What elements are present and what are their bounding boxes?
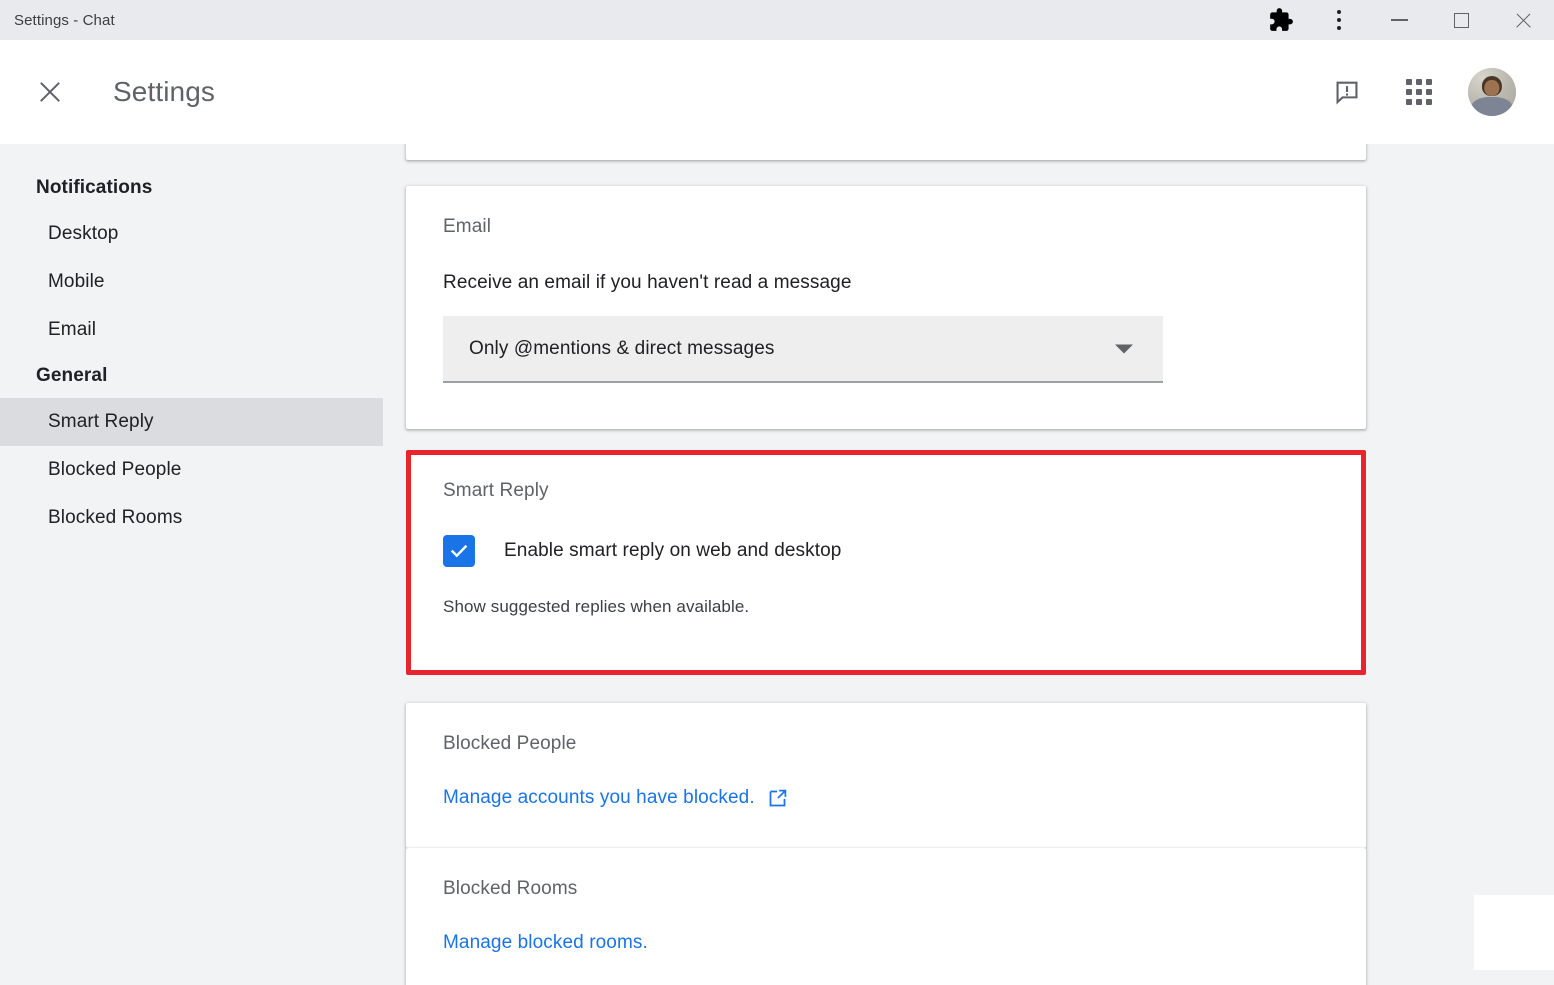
window-close-button[interactable] (1492, 0, 1554, 40)
sidebar-item-mobile[interactable]: Mobile (0, 258, 383, 306)
card-blocked-rooms-title: Blocked Rooms (443, 878, 578, 899)
window-title-bar: Settings - Chat (0, 0, 1554, 40)
extensions-puzzle-icon (1270, 8, 1293, 31)
card-blocked-people: Blocked People Manage accounts you have … (406, 703, 1366, 848)
sidebar-item-email[interactable]: Email (0, 306, 383, 354)
chevron-down-icon (1115, 344, 1133, 353)
blocked-rooms-link-row[interactable]: Manage blocked rooms. (443, 932, 1366, 954)
email-frequency-select[interactable]: Only @mentions & direct messages (443, 316, 1163, 383)
sidebar-section-notifications: Notifications (36, 177, 153, 198)
email-frequency-value: Only @mentions & direct messages (469, 337, 775, 359)
settings-content: Email Receive an email if you haven't re… (383, 144, 1554, 985)
blocked-people-link-row[interactable]: Manage accounts you have blocked. (443, 787, 1366, 809)
card-blocked-people-title: Blocked People (443, 733, 577, 754)
settings-window: Settings - Chat Settings Notifications D… (0, 0, 1554, 985)
three-dot-menu-icon (1337, 10, 1341, 30)
sidebar-item-smart-reply[interactable]: Smart Reply (0, 398, 383, 446)
maximize-icon (1453, 12, 1469, 28)
manage-blocked-accounts-link[interactable]: Manage accounts you have blocked. (443, 787, 755, 809)
card-email: Email Receive an email if you haven't re… (406, 186, 1366, 429)
external-link-icon[interactable] (767, 788, 788, 809)
card-email-title: Email (443, 216, 492, 237)
feedback-button[interactable] (1324, 69, 1370, 115)
card-email-body: Receive an email if you haven't read a m… (406, 272, 1366, 383)
checkmark-icon (450, 544, 468, 558)
window-minimize-button[interactable] (1368, 0, 1430, 40)
email-description: Receive an email if you haven't read a m… (443, 272, 852, 293)
settings-sidebar: Notifications Desktop Mobile Email Gener… (0, 144, 383, 985)
sidebar-item-blocked-people[interactable]: Blocked People (0, 446, 383, 494)
window-menu-button[interactable] (1310, 0, 1368, 40)
card-smart-reply-body: Enable smart reply on web and desktop Sh… (411, 535, 1361, 617)
extensions-button[interactable] (1252, 0, 1310, 40)
settings-header: Settings (0, 40, 1554, 144)
sidebar-item-desktop[interactable]: Desktop (0, 210, 383, 258)
close-settings-icon (37, 79, 63, 105)
window-maximize-button[interactable] (1430, 0, 1492, 40)
smart-reply-checkbox-row[interactable]: Enable smart reply on web and desktop (443, 535, 1361, 567)
minimize-icon (1390, 19, 1408, 21)
sidebar-section-general: General (36, 365, 108, 386)
avatar-body (1471, 96, 1513, 116)
card-blocked-rooms: Blocked Rooms Manage blocked rooms. (406, 848, 1366, 985)
card-partial-top (406, 144, 1366, 160)
apps-grid-icon (1406, 79, 1432, 105)
card-blocked-rooms-body: Manage blocked rooms. (406, 932, 1366, 954)
sidebar-item-blocked-rooms[interactable]: Blocked Rooms (0, 494, 383, 542)
smart-reply-helper-text: Show suggested replies when available. (443, 597, 750, 616)
close-settings-button[interactable] (30, 72, 70, 112)
window-title: Settings - Chat (14, 11, 115, 29)
page-title: Settings (113, 76, 215, 107)
smart-reply-checkbox-label: Enable smart reply on web and desktop (504, 540, 842, 561)
manage-blocked-rooms-link[interactable]: Manage blocked rooms. (443, 932, 648, 954)
avatar[interactable] (1468, 68, 1516, 116)
card-smart-reply: Smart Reply Enable smart reply on web an… (406, 450, 1366, 675)
corner-panel (1474, 895, 1554, 970)
smart-reply-checkbox[interactable] (443, 535, 475, 567)
card-blocked-people-body: Manage accounts you have blocked. (406, 787, 1366, 809)
close-icon (1514, 11, 1533, 30)
apps-button[interactable] (1396, 69, 1442, 115)
feedback-icon (1336, 81, 1358, 105)
card-smart-reply-title: Smart Reply (443, 480, 549, 501)
